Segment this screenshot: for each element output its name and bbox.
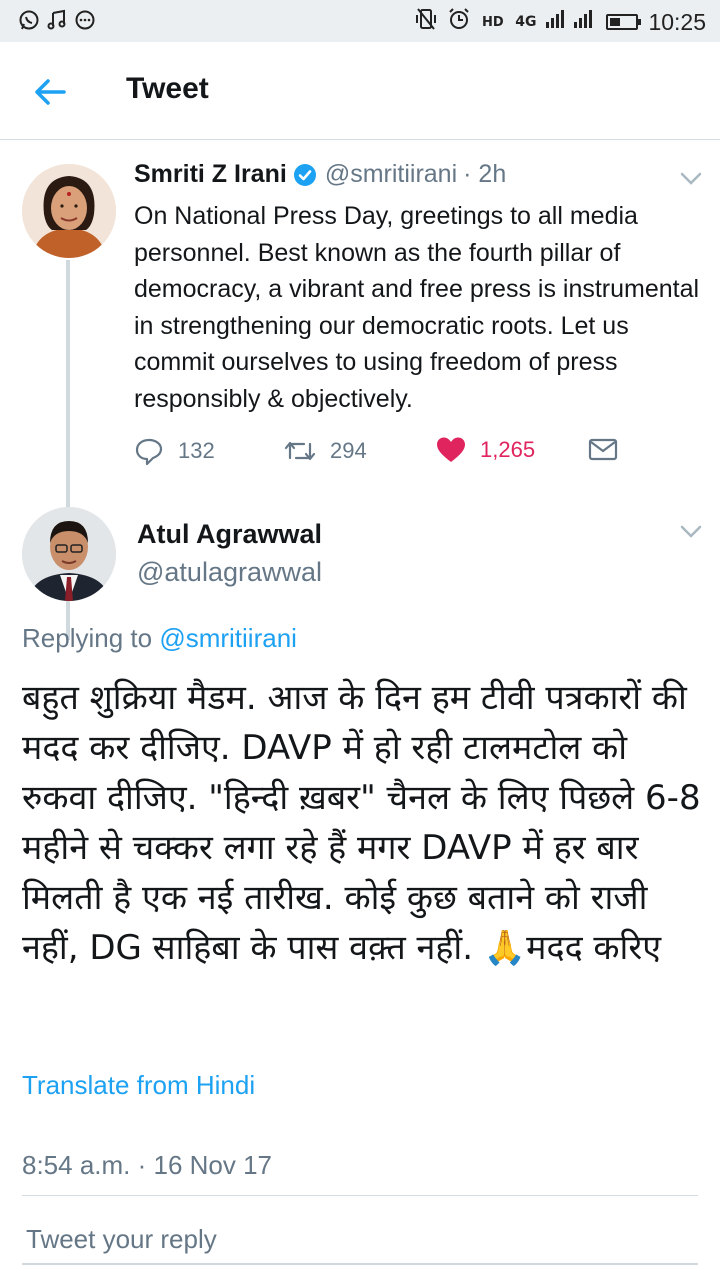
status-clock: 10:25	[648, 8, 706, 35]
whatsapp-icon	[18, 9, 39, 31]
more-icon	[74, 9, 95, 31]
like-action[interactable]: 1,265	[436, 436, 535, 464]
tweet-time-ago: · 2h	[463, 160, 507, 188]
parent-tweet[interactable]: Smriti Z Irani @smritiirani · 2h On Nati…	[0, 140, 720, 640]
back-arrow-icon[interactable]	[30, 72, 70, 112]
retweet-icon	[284, 436, 316, 466]
divider	[22, 1195, 698, 1196]
replying-to-line: Replying to @smritiirani	[22, 623, 297, 654]
network-type-label: 4G	[515, 14, 537, 30]
chevron-down-icon[interactable]	[680, 525, 702, 539]
replying-to-mention[interactable]: @smritiirani	[159, 623, 297, 653]
translate-link[interactable]: Translate from Hindi	[22, 1070, 255, 1101]
tweet-header: Smriti Z Irani @smritiirani · 2h	[134, 160, 506, 189]
alarm-icon	[447, 7, 471, 37]
reply-icon	[134, 436, 164, 466]
focused-tweet: Atul Agrawwal @atulagrawwal Replying to …	[0, 495, 720, 1195]
author-handle[interactable]: @atulagrawwal	[137, 557, 322, 588]
chevron-down-icon[interactable]	[680, 172, 702, 186]
heart-icon	[436, 436, 466, 464]
like-count: 1,265	[480, 437, 536, 462]
vibrate-icon	[415, 7, 437, 37]
tweet-timestamp: 8:54 a.m. · 16 Nov 17	[22, 1150, 273, 1180]
svg-text:HD: HD	[482, 15, 504, 30]
direct-message-action[interactable]	[588, 436, 618, 462]
author-name[interactable]: Smriti Z Irani	[134, 160, 287, 189]
music-icon	[46, 9, 66, 31]
tweet-text: On National Press Day, greetings to all …	[134, 202, 700, 413]
reply-input[interactable]	[22, 1215, 698, 1265]
retweet-action[interactable]: 294	[284, 436, 367, 466]
envelope-icon	[588, 436, 618, 462]
battery-icon	[606, 14, 642, 30]
verified-badge-icon	[293, 163, 317, 187]
status-notification-icons	[18, 9, 95, 31]
author-name[interactable]: Atul Agrawwal	[137, 519, 322, 550]
avatar[interactable]	[22, 164, 116, 258]
replying-to-label: Replying to	[22, 623, 153, 653]
page-title: Tweet	[126, 72, 209, 105]
hd-network-icon: HD	[481, 9, 505, 35]
retweet-count: 294	[330, 438, 367, 463]
tweet-actions: 132 294 1,265	[134, 436, 624, 466]
status-bar: HD 4G 10:25	[0, 0, 720, 42]
reply-action[interactable]: 132	[134, 436, 215, 466]
tweet-text: बहुत शुक्रिया मैडम. आज के दिन हम टीवी पत…	[22, 678, 701, 968]
author-handle[interactable]: @smritiirani	[325, 160, 457, 189]
reply-composer	[0, 1195, 720, 1280]
status-system-icons: HD 4G 10:25	[415, 7, 706, 37]
reply-count: 132	[178, 438, 215, 463]
signal-strength-icon	[546, 8, 596, 36]
avatar[interactable]	[22, 507, 116, 601]
app-bar: Tweet	[0, 42, 720, 140]
